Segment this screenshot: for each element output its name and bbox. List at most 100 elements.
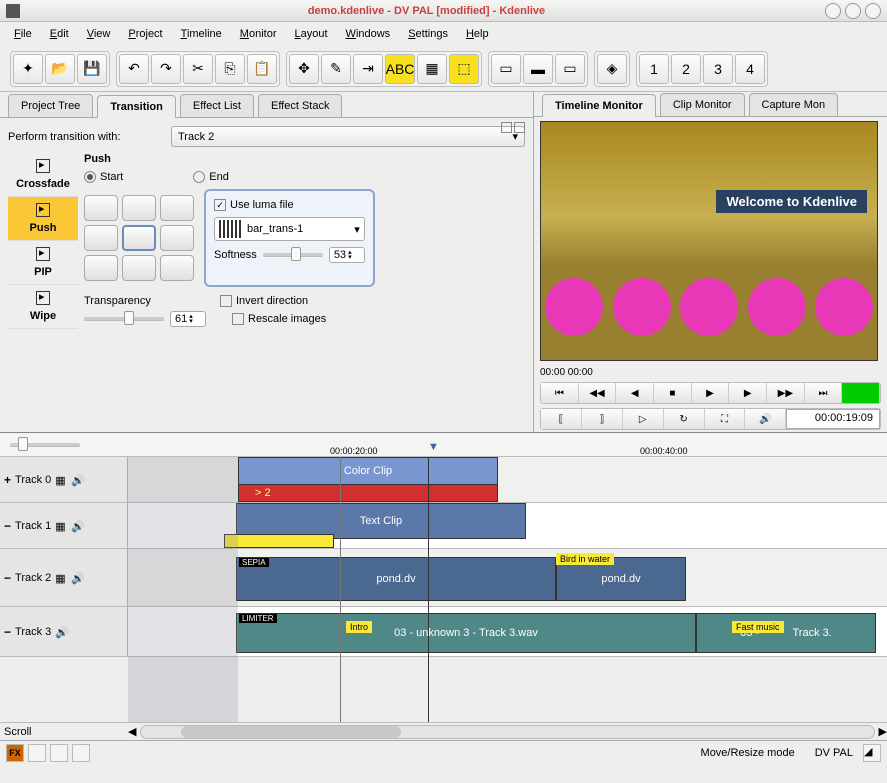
- goto-end-button[interactable]: ⏭: [805, 383, 843, 403]
- new-button[interactable]: ✦: [13, 54, 43, 84]
- forward-button[interactable]: ▶▶: [767, 383, 805, 403]
- minimize-button[interactable]: [825, 3, 841, 19]
- radio-end[interactable]: End: [193, 171, 229, 183]
- layout-1[interactable]: 1: [639, 54, 669, 84]
- undo-button[interactable]: ↶: [119, 54, 149, 84]
- zone-in-button[interactable]: ⟦: [541, 409, 582, 429]
- speaker-button[interactable]: 🔊: [745, 409, 786, 429]
- clip-color[interactable]: Color Clip: [238, 457, 498, 485]
- clip-audio-1[interactable]: LIMITER 03 - unknown 3 - Track 3.wav: [236, 613, 696, 653]
- scroll-right-button[interactable]: ▶: [879, 725, 887, 738]
- thumb-toggle[interactable]: [28, 744, 46, 762]
- clip-audio-2[interactable]: 03 - Track 3.: [696, 613, 876, 653]
- goto-start-button[interactable]: ⏮: [541, 383, 579, 403]
- redo-button[interactable]: ↷: [151, 54, 181, 84]
- transition-wipe[interactable]: Wipe: [8, 285, 78, 329]
- audio-thumb-toggle[interactable]: [50, 744, 68, 762]
- step-back-button[interactable]: ◀: [616, 383, 654, 403]
- layout-3[interactable]: 3: [703, 54, 733, 84]
- transparency-spinner[interactable]: 61▴▾: [170, 311, 206, 327]
- play-button[interactable]: ▶: [692, 383, 730, 403]
- dir-w[interactable]: [84, 225, 118, 251]
- track-1-header[interactable]: −Track 1▦🔊: [0, 503, 128, 548]
- marker-toggle[interactable]: [72, 744, 90, 762]
- menu-project[interactable]: Project: [120, 25, 170, 43]
- fx-toggle[interactable]: FX: [6, 744, 24, 762]
- menu-timeline[interactable]: Timeline: [173, 25, 230, 43]
- save-button[interactable]: 💾: [77, 54, 107, 84]
- dir-sw[interactable]: [84, 255, 118, 281]
- tab-effect-list[interactable]: Effect List: [180, 94, 254, 117]
- tab-project-tree[interactable]: Project Tree: [8, 94, 93, 117]
- tab-timeline-monitor[interactable]: Timeline Monitor: [542, 94, 656, 117]
- marker-tool[interactable]: ABC: [385, 54, 415, 84]
- move-tool[interactable]: ✥: [289, 54, 319, 84]
- transition-pip[interactable]: PIP: [8, 241, 78, 285]
- marker-fast-music[interactable]: Fast music: [732, 621, 784, 633]
- dir-n[interactable]: [122, 195, 156, 221]
- menu-help[interactable]: Help: [458, 25, 497, 43]
- menu-file[interactable]: File: [6, 25, 40, 43]
- detach-panel-icon[interactable]: [501, 122, 512, 133]
- transition-clip[interactable]: > 2: [238, 484, 498, 502]
- zone-out-button[interactable]: ⟧: [582, 409, 623, 429]
- menu-settings[interactable]: Settings: [400, 25, 456, 43]
- rescale-checkbox[interactable]: Rescale images: [232, 313, 326, 325]
- menu-layout[interactable]: Layout: [287, 25, 336, 43]
- dir-s[interactable]: [122, 255, 156, 281]
- menu-view[interactable]: View: [79, 25, 119, 43]
- perform-with-dropdown[interactable]: Track 2▾: [171, 126, 525, 147]
- paste-button[interactable]: 📋: [247, 54, 277, 84]
- scroll-left-button[interactable]: ◀: [128, 725, 136, 738]
- tab-effect-stack[interactable]: Effect Stack: [258, 94, 343, 117]
- dir-se[interactable]: [160, 255, 194, 281]
- timecode-display[interactable]: 00:00:19:09: [786, 409, 880, 429]
- select-tool[interactable]: ⬚: [449, 54, 479, 84]
- luma-file-dropdown[interactable]: bar_trans-1 ▾: [214, 217, 365, 241]
- copy-button[interactable]: ⎘: [215, 54, 245, 84]
- dir-nw[interactable]: [84, 195, 118, 221]
- align-tool-1[interactable]: ▭: [491, 54, 521, 84]
- fullscreen-button[interactable]: ⛶: [705, 409, 746, 429]
- softness-slider[interactable]: [263, 253, 323, 257]
- close-panel-icon[interactable]: [514, 122, 525, 133]
- loop-button[interactable]: ↻: [664, 409, 705, 429]
- maximize-button[interactable]: [845, 3, 861, 19]
- playhead-marker-icon[interactable]: ▼: [428, 441, 439, 453]
- zone-play-button[interactable]: ▷: [623, 409, 664, 429]
- transparency-slider[interactable]: [84, 317, 164, 321]
- invert-checkbox[interactable]: Invert direction: [220, 295, 308, 307]
- open-button[interactable]: 📂: [45, 54, 75, 84]
- yellow-marker-1[interactable]: [224, 534, 334, 548]
- tab-clip-monitor[interactable]: Clip Monitor: [660, 93, 745, 116]
- stop-button[interactable]: ■: [654, 383, 692, 403]
- dir-ne[interactable]: [160, 195, 194, 221]
- snap-tool[interactable]: ▦: [417, 54, 447, 84]
- menu-windows[interactable]: Windows: [338, 25, 399, 43]
- layout-4[interactable]: 4: [735, 54, 765, 84]
- close-button[interactable]: [865, 3, 881, 19]
- align-tool-3[interactable]: ▭: [555, 54, 585, 84]
- layout-2[interactable]: 2: [671, 54, 701, 84]
- cut-button[interactable]: ✂: [183, 54, 213, 84]
- softness-spinner[interactable]: 53▴▾: [329, 247, 365, 263]
- marker-intro[interactable]: Intro: [346, 621, 372, 633]
- tab-transition[interactable]: Transition: [97, 95, 176, 118]
- menu-edit[interactable]: Edit: [42, 25, 77, 43]
- step-fwd-button[interactable]: ▶: [729, 383, 767, 403]
- transition-crossfade[interactable]: Crossfade: [8, 153, 78, 197]
- dir-center[interactable]: [122, 225, 156, 251]
- track-3-header[interactable]: −Track 3🔊: [0, 607, 128, 656]
- dir-e[interactable]: [160, 225, 194, 251]
- transition-push[interactable]: Push: [8, 197, 78, 241]
- align-tool-2[interactable]: ▬: [523, 54, 553, 84]
- menu-monitor[interactable]: Monitor: [232, 25, 285, 43]
- track-2-header[interactable]: −Track 2▦🔊: [0, 549, 128, 606]
- track-0-header[interactable]: +Track 0▦🔊: [0, 457, 128, 502]
- tab-capture-monitor[interactable]: Capture Mon: [749, 93, 839, 116]
- marker-bird[interactable]: Bird in water: [556, 553, 614, 565]
- rewind-button[interactable]: ◀◀: [579, 383, 617, 403]
- timeline-scrollbar[interactable]: [140, 725, 874, 739]
- clip-pond-1[interactable]: SEPIA pond.dv: [236, 557, 556, 601]
- zoom-slider[interactable]: [10, 443, 80, 447]
